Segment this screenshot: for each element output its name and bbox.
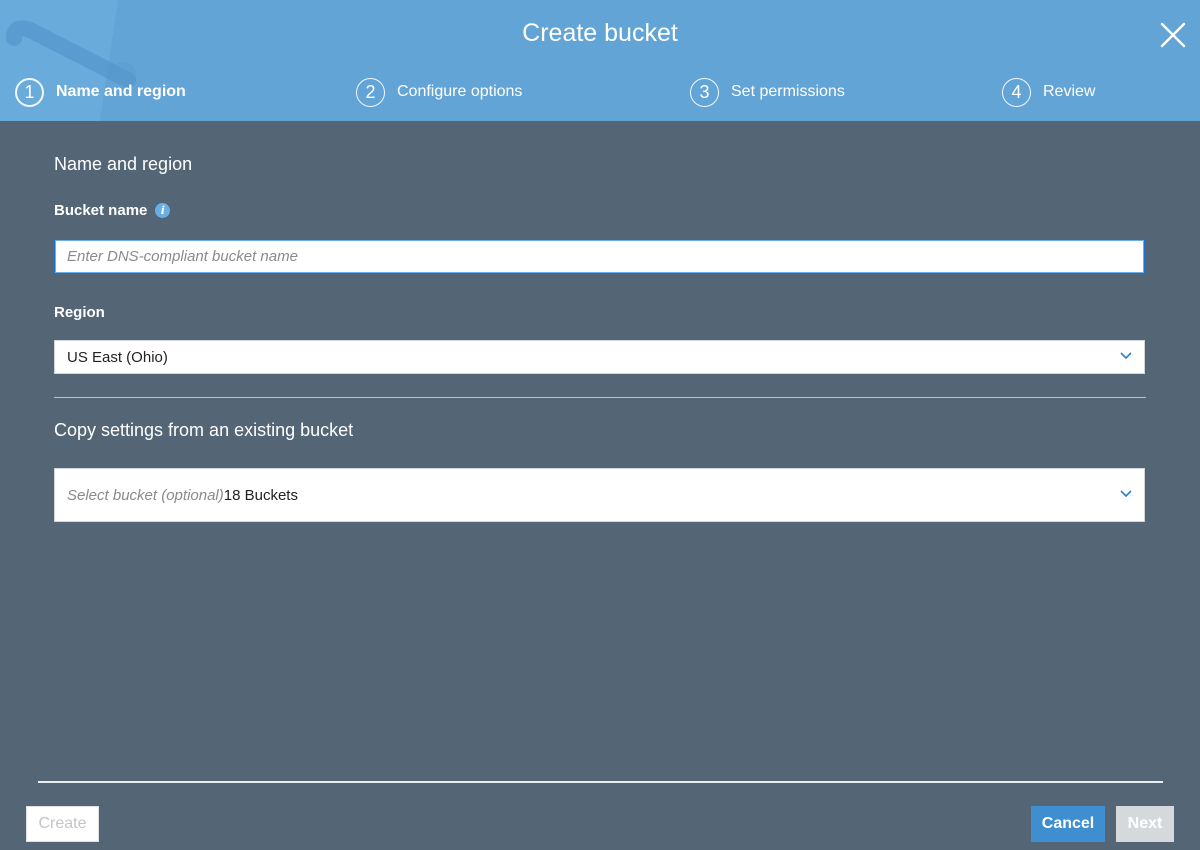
region-label: Region [54, 304, 105, 321]
copy-bucket-placeholder: Select bucket (optional) [67, 486, 224, 504]
cancel-button[interactable]: Cancel [1031, 806, 1105, 842]
dialog-title: Create bucket [522, 19, 678, 47]
step-number: 4 [1002, 77, 1031, 107]
chevron-down-icon [1120, 490, 1132, 498]
section-title: Name and region [54, 154, 193, 174]
step-number: 1 [15, 77, 44, 107]
copy-settings-title: Copy settings from an existing bucket [54, 420, 354, 440]
step-name-and-region[interactable]: 1 Name and region [15, 77, 186, 107]
bucket-name-label: Bucket name i [54, 202, 171, 219]
close-icon[interactable] [1160, 22, 1186, 48]
create-button[interactable]: Create [26, 806, 99, 842]
footer-divider [38, 781, 1163, 783]
step-label: Review [1043, 83, 1096, 100]
step-number: 3 [690, 77, 719, 107]
section-divider [54, 397, 1146, 398]
info-icon[interactable]: i [155, 203, 171, 218]
region-selected-value: US East (Ohio) [67, 348, 168, 366]
step-label: Name and region [56, 83, 186, 100]
dialog-header: Create bucket 1 Name and region 2 Config… [0, 0, 1200, 121]
next-button[interactable]: Next [1116, 806, 1174, 842]
bucket-name-label-text: Bucket name [54, 202, 148, 219]
step-label: Configure options [397, 83, 523, 100]
region-select[interactable]: US East (Ohio) [54, 340, 1145, 374]
step-review[interactable]: 4 Review [1002, 77, 1095, 107]
step-label: Set permissions [731, 83, 845, 100]
copy-bucket-select[interactable]: Select bucket (optional) 18 Buckets [54, 468, 1145, 522]
step-configure-options[interactable]: 2 Configure options [356, 77, 522, 107]
step-number: 2 [356, 77, 385, 107]
create-bucket-dialog: Create bucket 1 Name and region 2 Config… [0, 0, 1200, 850]
bucket-name-input[interactable] [54, 239, 1145, 274]
bucket-count: 18 Buckets [223, 486, 298, 504]
step-set-permissions[interactable]: 3 Set permissions [690, 77, 845, 107]
chevron-down-icon [1120, 352, 1132, 360]
